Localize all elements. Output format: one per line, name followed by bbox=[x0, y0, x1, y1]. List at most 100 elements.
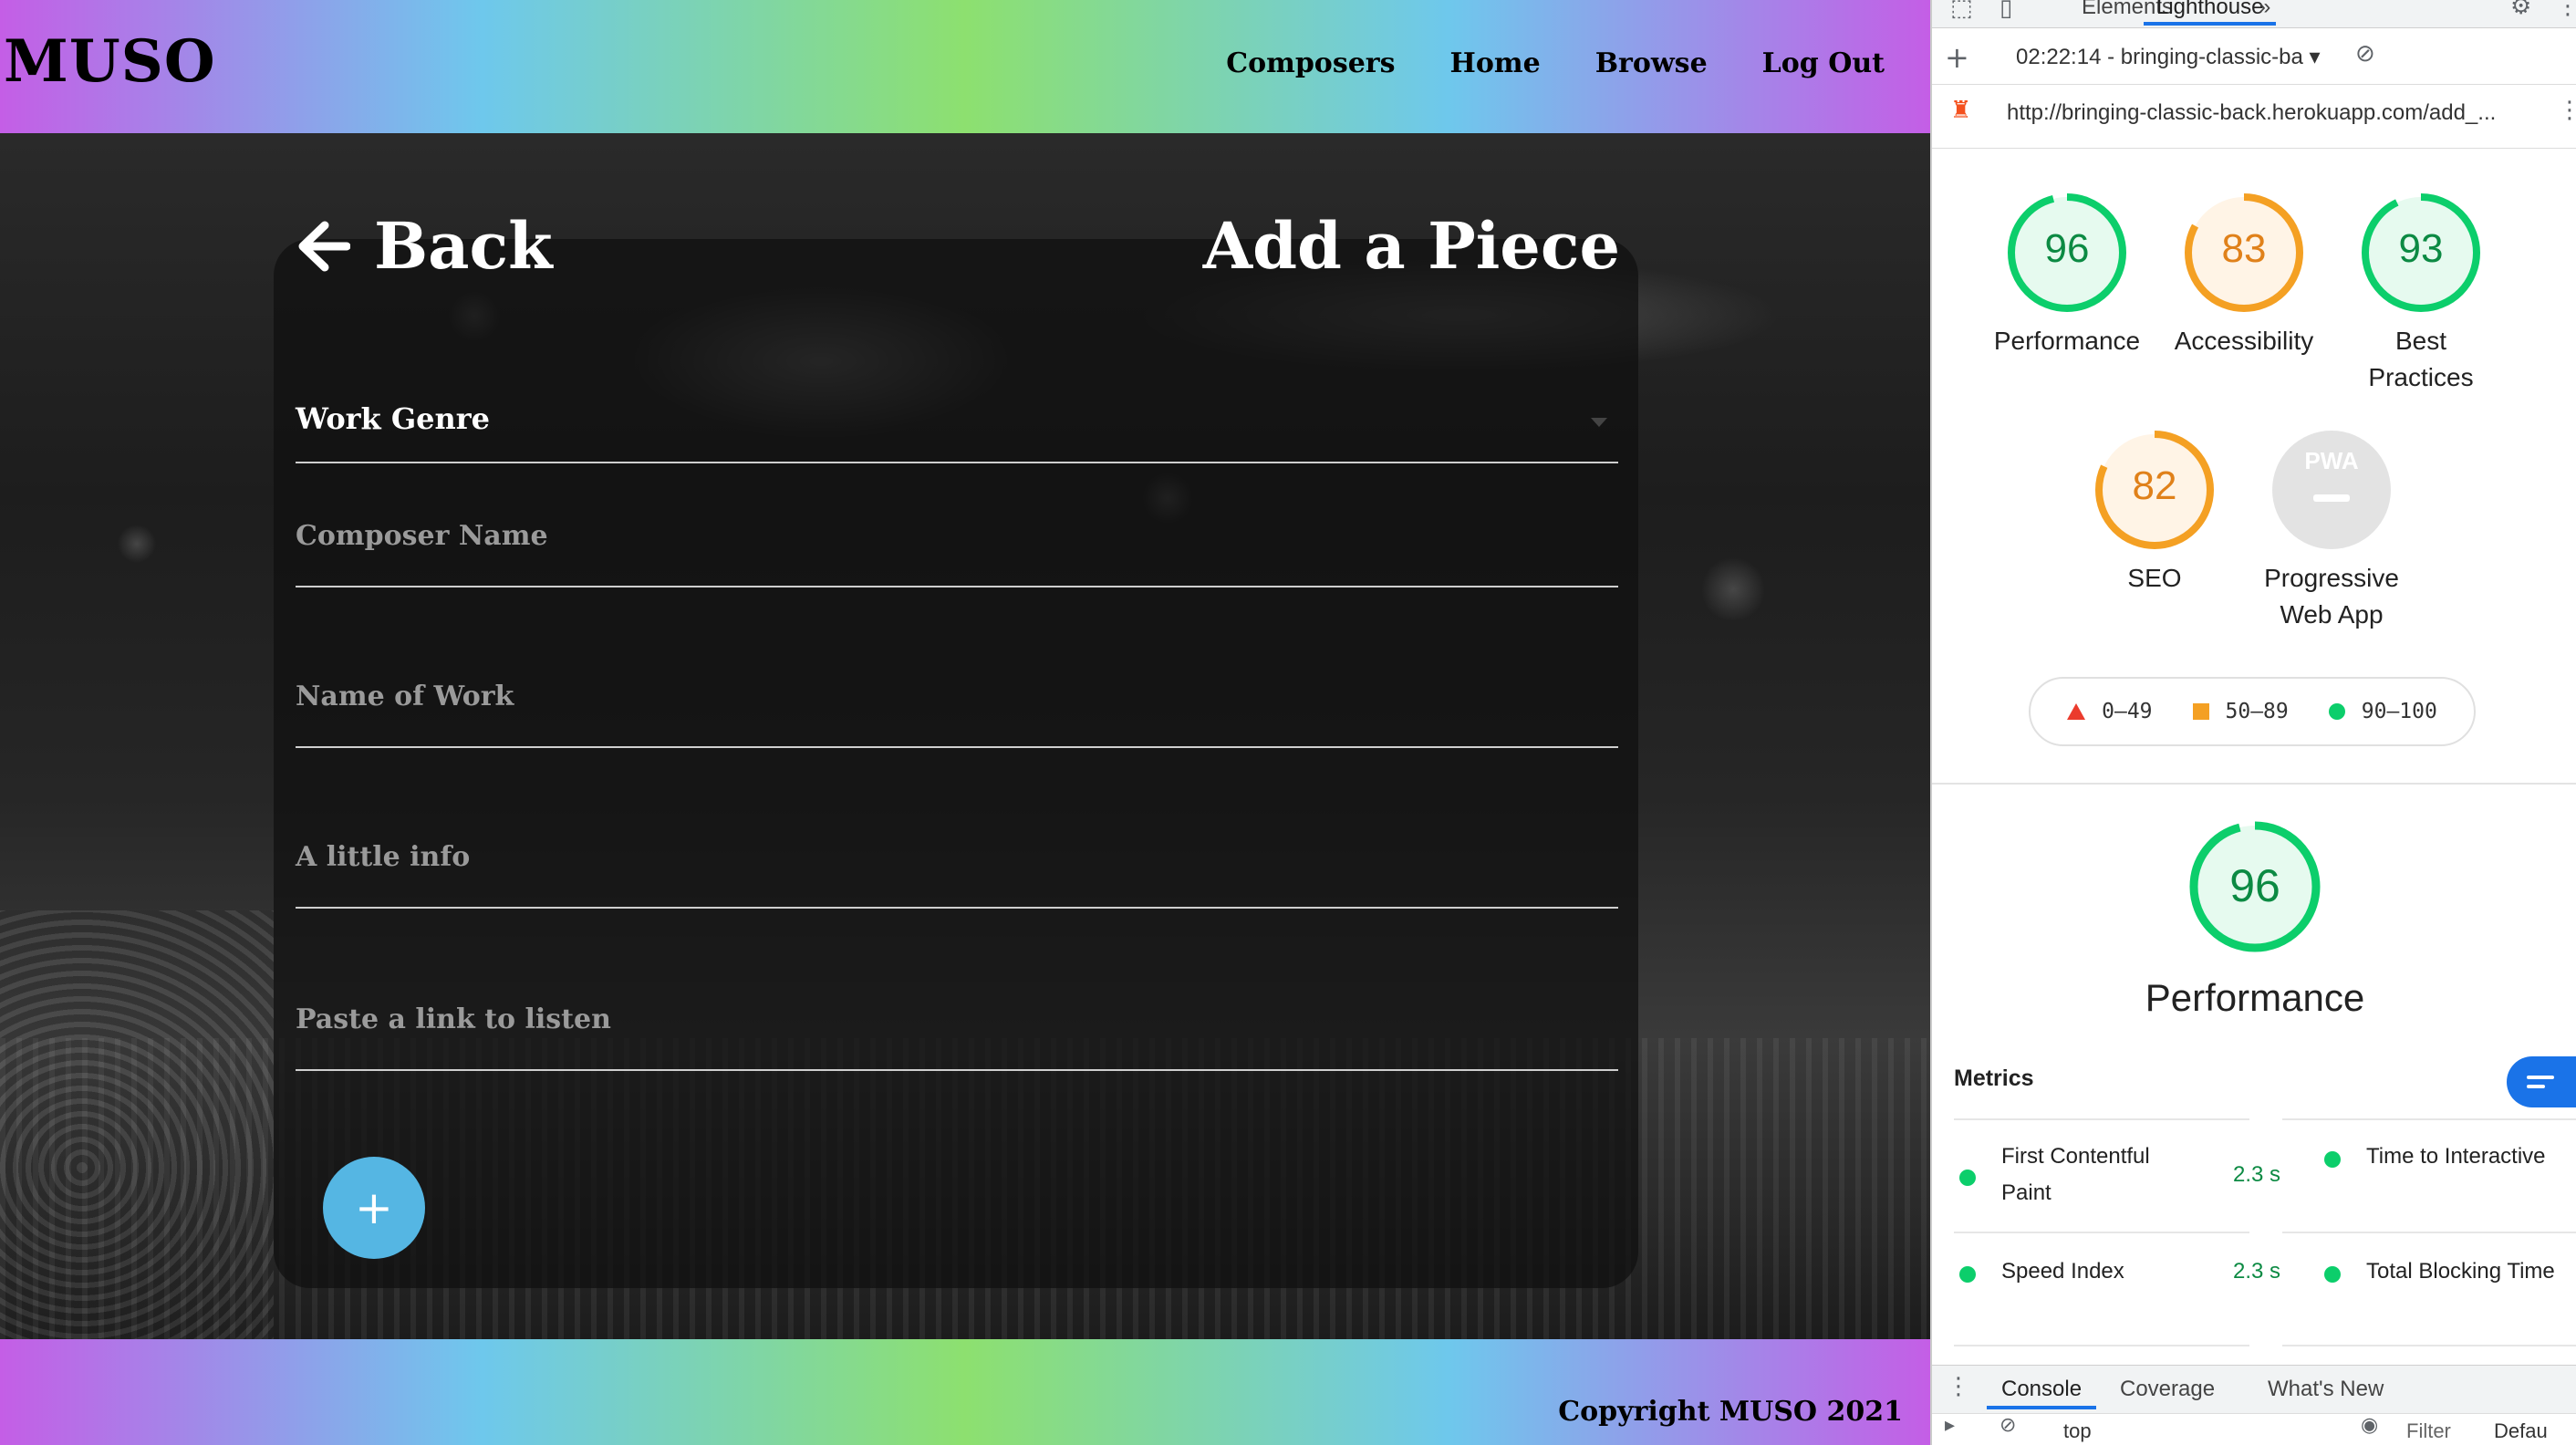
divider bbox=[2282, 1345, 2576, 1346]
info-placeholder: A little info bbox=[296, 841, 471, 873]
plus-icon[interactable]: + bbox=[1945, 40, 1969, 75]
gauge-accessibility[interactable]: 83 Accessibility bbox=[2145, 192, 2342, 359]
legend-fail: 0–49 bbox=[2067, 700, 2153, 723]
metrics-view-toggle[interactable] bbox=[2507, 1056, 2576, 1107]
summary-title: Performance bbox=[2145, 976, 2365, 1019]
logo[interactable]: MUSO bbox=[4, 27, 216, 96]
url-menu-icon[interactable]: ⋮ bbox=[2558, 97, 2576, 124]
lighthouse-icon: ♜ bbox=[1950, 97, 1972, 124]
lighthouse-toolbar: + 02:22:14 - bringing-classic-ba ▾ ⊘ bbox=[1932, 36, 2576, 85]
metric-value: 2.3 s bbox=[2233, 1162, 2281, 1187]
inspect-element-icon[interactable]: ⬚ bbox=[1950, 0, 1973, 22]
score-value: 96 bbox=[2044, 226, 2090, 271]
clear-console-icon[interactable]: ⊘ bbox=[2000, 1414, 2016, 1437]
nav-home[interactable]: Home bbox=[1450, 47, 1541, 79]
form-panel bbox=[274, 239, 1638, 1288]
tab-console[interactable]: Console bbox=[1986, 1377, 2097, 1409]
nav-browse[interactable]: Browse bbox=[1595, 47, 1708, 79]
pwa-badge: PWA bbox=[2304, 447, 2359, 474]
metric-name: First Contentful Paint bbox=[2001, 1138, 2150, 1211]
filter-input[interactable]: Filter bbox=[2406, 1419, 2451, 1443]
audited-url-bar: ♜ http://bringing-classic-back.herokuapp… bbox=[1932, 86, 2576, 149]
work-name-input[interactable]: Name of Work bbox=[296, 681, 1618, 748]
drawer-menu-icon[interactable]: ⋮ bbox=[1947, 1373, 1970, 1400]
kebab-menu-icon[interactable]: ⋮ bbox=[2556, 0, 2576, 20]
devtools-tabbar: ⬚ ▯ Elements Lighthouse » ⚙ ⋮ bbox=[1932, 0, 2576, 28]
metrics-title: Metrics bbox=[1954, 1066, 2034, 1091]
big-gauge: 96 bbox=[2187, 819, 2322, 954]
composer-name-placeholder: Composer Name bbox=[296, 520, 548, 552]
composer-name-input[interactable]: Composer Name bbox=[296, 520, 1618, 587]
metric-name: Speed Index bbox=[2001, 1259, 2124, 1284]
divider bbox=[2282, 1118, 2576, 1120]
sidebar-icon[interactable]: ▸ bbox=[1945, 1414, 1955, 1437]
score-value: 93 bbox=[2398, 226, 2444, 271]
divider bbox=[1954, 1345, 2249, 1346]
legend-pass: 90–100 bbox=[2328, 700, 2437, 723]
nav-links: Composers Home Browse Log Out bbox=[1226, 47, 1885, 79]
console-toolbar: ▸ ⊘ top ◉ Filter Defau bbox=[1932, 1413, 2576, 1445]
score-legend: 0–49 50–89 90–100 bbox=[2029, 677, 2476, 746]
pass-dot-icon bbox=[2324, 1151, 2341, 1168]
circle-icon bbox=[2328, 703, 2345, 720]
device-toolbar-icon[interactable]: ▯ bbox=[2000, 0, 2012, 22]
back-label: Back bbox=[374, 208, 553, 284]
log-levels-select[interactable]: Defau bbox=[2494, 1419, 2548, 1443]
divider bbox=[2282, 1232, 2576, 1233]
arrow-left-icon bbox=[298, 221, 350, 271]
metric-name-line2: Paint bbox=[2001, 1180, 2051, 1205]
context-select[interactable]: top bbox=[2063, 1419, 2092, 1443]
pass-dot-icon bbox=[1959, 1266, 1976, 1283]
legend-average-label: 50–89 bbox=[2225, 700, 2289, 723]
triangle-icon bbox=[2067, 703, 2086, 720]
metric-name: Total Blocking Time bbox=[2366, 1259, 2555, 1284]
listen-link-placeholder: Paste a link to listen bbox=[296, 1003, 611, 1035]
listen-link-input[interactable]: Paste a link to listen bbox=[296, 1003, 1618, 1071]
add-piece-button[interactable]: + bbox=[323, 1157, 425, 1259]
devtools-panel: ⬚ ▯ Elements Lighthouse » ⚙ ⋮ + 02:22:14… bbox=[1930, 0, 2576, 1445]
divider bbox=[1932, 783, 2576, 785]
audience-image bbox=[0, 910, 274, 1339]
back-button[interactable]: Back bbox=[294, 208, 553, 284]
score-value: 82 bbox=[2132, 463, 2177, 508]
legend-fail-label: 0–49 bbox=[2102, 700, 2153, 723]
work-genre-select[interactable]: Work Genre bbox=[296, 401, 1618, 463]
report-select[interactable]: 02:22:14 - bringing-classic-ba ▾ bbox=[2016, 44, 2321, 70]
metric-name: Time to Interactive bbox=[2366, 1144, 2546, 1169]
gauge-performance[interactable]: 96 Performance bbox=[1968, 192, 2166, 359]
nav-composers[interactable]: Composers bbox=[1226, 47, 1395, 79]
copyright: Copyright MUSO 2021 bbox=[1558, 1396, 1903, 1428]
work-name-placeholder: Name of Work bbox=[296, 681, 514, 712]
pass-dot-icon bbox=[2324, 1266, 2341, 1283]
category-label-line1: Best bbox=[2394, 327, 2447, 355]
tab-whats-new[interactable]: What's New bbox=[2268, 1377, 2384, 1402]
tab-coverage[interactable]: Coverage bbox=[2120, 1377, 2215, 1402]
page-title: Add a Piece bbox=[1202, 208, 1620, 284]
info-input[interactable]: A little info bbox=[296, 841, 1618, 909]
square-icon bbox=[2192, 703, 2209, 720]
pass-dot-icon bbox=[1959, 1170, 1976, 1186]
category-label-line1: Progressive bbox=[2264, 564, 2399, 592]
app-window: MUSO Composers Home Browse Log Out Back … bbox=[0, 0, 1930, 1445]
metric-value: 2.3 s bbox=[2233, 1259, 2281, 1284]
clear-icon[interactable]: ⊘ bbox=[2355, 40, 2375, 68]
nav-logout[interactable]: Log Out bbox=[1762, 47, 1885, 79]
legend-pass-label: 90–100 bbox=[2361, 700, 2437, 723]
divider bbox=[1954, 1118, 2249, 1120]
gauge-pwa[interactable]: PWA Progressive Web App bbox=[2233, 429, 2430, 633]
audited-url: http://bringing-classic-back.herokuapp.c… bbox=[2007, 100, 2497, 125]
score-value: 83 bbox=[2221, 226, 2267, 271]
category-label-line2: Practices bbox=[2368, 363, 2474, 391]
category-label: Accessibility bbox=[2174, 327, 2314, 355]
metric-name-line1: First Contentful bbox=[2001, 1144, 2150, 1169]
gear-icon[interactable]: ⚙ bbox=[2510, 0, 2531, 20]
chevron-down-icon bbox=[1591, 418, 1607, 427]
work-genre-label: Work Genre bbox=[296, 401, 491, 436]
gauge-seo[interactable]: 82 SEO bbox=[2056, 429, 2253, 597]
tab-lighthouse[interactable]: Lighthouse bbox=[2143, 0, 2277, 26]
more-tabs-button[interactable]: » bbox=[2259, 0, 2270, 20]
divider bbox=[1954, 1232, 2249, 1233]
eye-icon[interactable]: ◉ bbox=[2361, 1414, 2378, 1437]
gauge-best-practices[interactable]: 93 Best Practices bbox=[2322, 192, 2519, 396]
top-nav: MUSO Composers Home Browse Log Out bbox=[0, 0, 1930, 133]
